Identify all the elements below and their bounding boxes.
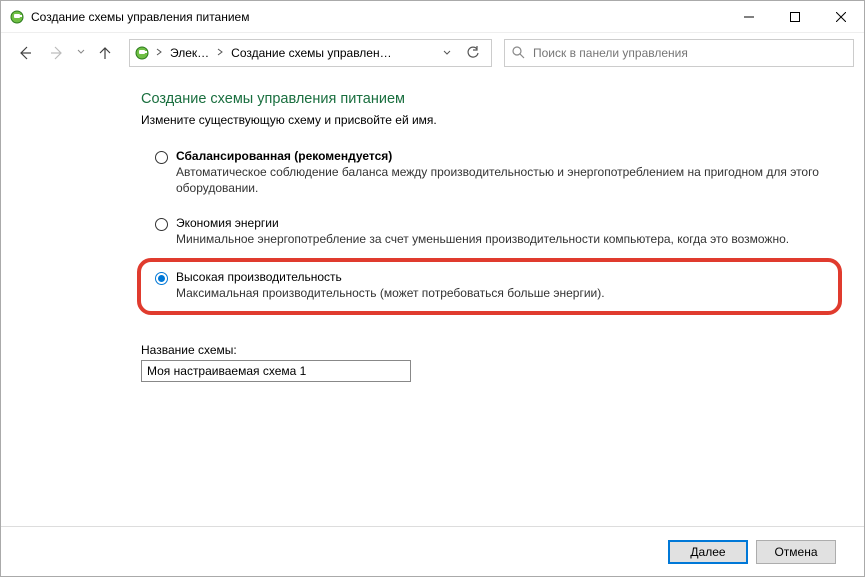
- window-controls: [726, 2, 864, 32]
- option-description: Максимальная производительность (может п…: [176, 285, 824, 301]
- address-bar[interactable]: Элек… Создание схемы управлен…: [129, 39, 492, 67]
- forward-button[interactable]: [43, 39, 71, 67]
- option-title: Сбалансированная (рекомендуется): [176, 149, 824, 163]
- option-title: Экономия энергии: [176, 216, 824, 230]
- dialog-footer: Далее Отмена: [1, 526, 864, 576]
- radio-button[interactable]: [155, 272, 168, 285]
- option-body: Экономия энергии Минимальное энергопотре…: [176, 216, 824, 247]
- highlight-annotation: Высокая производительность Максимальная …: [137, 258, 842, 315]
- close-button[interactable]: [818, 2, 864, 32]
- search-icon: [511, 45, 525, 62]
- option-balanced[interactable]: Сбалансированная (рекомендуется) Автомат…: [155, 149, 824, 196]
- window-frame: Создание схемы управления питанием: [0, 0, 865, 577]
- breadcrumb-item[interactable]: Создание схемы управлен…: [227, 40, 395, 66]
- nav-toolbar: Элек… Создание схемы управлен…: [1, 33, 864, 73]
- plan-name-section: Название схемы:: [141, 343, 824, 382]
- minimize-button[interactable]: [726, 2, 772, 32]
- option-power-saver[interactable]: Экономия энергии Минимальное энергопотре…: [155, 216, 824, 247]
- cancel-button[interactable]: Отмена: [756, 540, 836, 564]
- page-heading: Создание схемы управления питанием: [141, 91, 824, 107]
- radio-button[interactable]: [155, 218, 168, 231]
- radio-button[interactable]: [155, 151, 168, 164]
- recent-dropdown-icon[interactable]: [75, 48, 87, 59]
- option-body: Сбалансированная (рекомендуется) Автомат…: [176, 149, 824, 196]
- option-high-performance[interactable]: Высокая производительность Максимальная …: [155, 270, 824, 301]
- power-options-icon: [132, 45, 152, 61]
- plan-options: Сбалансированная (рекомендуется) Автомат…: [141, 149, 824, 315]
- option-description: Минимальное энергопотребление за счет ум…: [176, 231, 824, 247]
- next-button[interactable]: Далее: [668, 540, 748, 564]
- history-dropdown-button[interactable]: [435, 41, 459, 65]
- power-options-icon: [9, 9, 25, 25]
- plan-name-label: Название схемы:: [141, 343, 824, 357]
- plan-name-input[interactable]: [141, 360, 411, 382]
- chevron-right-icon[interactable]: [152, 48, 166, 58]
- refresh-button[interactable]: [461, 41, 485, 65]
- maximize-button[interactable]: [772, 2, 818, 32]
- content-area: Создание схемы управления питанием Измен…: [1, 73, 864, 526]
- chevron-right-icon[interactable]: [213, 48, 227, 58]
- window-title: Создание схемы управления питанием: [31, 10, 726, 24]
- page-subtitle: Измените существующую схему и присвойте …: [141, 113, 824, 127]
- titlebar: Создание схемы управления питанием: [1, 1, 864, 33]
- option-description: Автоматическое соблюдение баланса между …: [176, 164, 824, 196]
- breadcrumb-item[interactable]: Элек…: [166, 40, 213, 66]
- option-body: Высокая производительность Максимальная …: [176, 270, 824, 301]
- search-box[interactable]: [504, 39, 854, 67]
- option-title: Высокая производительность: [176, 270, 824, 284]
- back-button[interactable]: [11, 39, 39, 67]
- search-input[interactable]: [531, 45, 847, 61]
- up-button[interactable]: [91, 39, 119, 67]
